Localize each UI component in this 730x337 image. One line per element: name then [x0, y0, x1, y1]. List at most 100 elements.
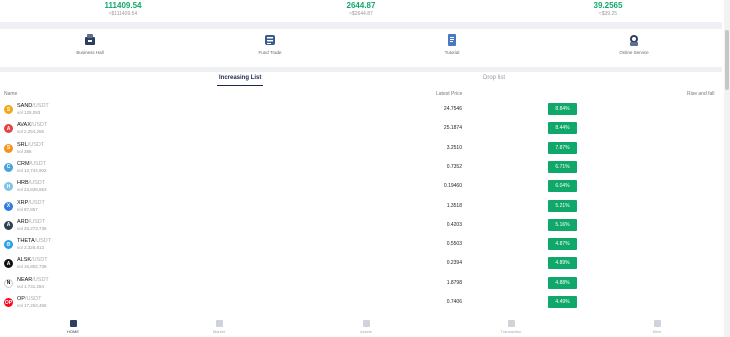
tab-increasing-list[interactable]: Increasing List	[216, 75, 264, 86]
latest-price: 25.1874	[443, 125, 462, 132]
change-badge[interactable]: 7.87%	[548, 141, 577, 154]
latest-price: 24.7546	[443, 106, 462, 112]
quote-symbol: /USDT	[28, 199, 45, 206]
base-symbol: SAND	[17, 103, 33, 109]
nav-assets[interactable]: Assets	[346, 320, 386, 334]
ticker-item[interactable]: 111409.54 ≈$111409.54	[63, 1, 183, 18]
latest-price: 3.2510	[446, 144, 462, 151]
change-badge[interactable]: 8.84%	[548, 103, 577, 115]
quote-symbol: /USDT	[29, 160, 47, 167]
base-symbol: NEAR	[17, 276, 33, 283]
bottom-nav: HOME Market Assets Transaction Mine	[0, 316, 722, 337]
quick-link-label: Online Service	[619, 50, 649, 55]
table-row[interactable]: A AVAX/USDT vol 2,254,256 25.1874 8.44%	[0, 121, 722, 139]
assets-icon	[362, 320, 370, 327]
latest-price: 0.4203	[446, 221, 462, 228]
coin-icon: C	[4, 162, 13, 172]
coin-icon: N	[4, 278, 13, 288]
business-hall-icon	[83, 33, 97, 47]
coin-icon: A	[4, 220, 13, 230]
volume: vol 1,731,284	[17, 283, 45, 289]
table-row[interactable]: A ALSK/USDT vol 16,802,739 0.2394 4.89%	[0, 256, 722, 274]
quote-symbol: /USDT	[27, 141, 45, 148]
volume: vol 17,263,465	[17, 303, 47, 308]
quote-symbol: /USDT	[31, 257, 48, 264]
table-row[interactable]: C CRM/USDT vol 12,744,902 0.7352 6.71%	[0, 160, 722, 178]
volume: vol 125,093	[17, 110, 41, 115]
table-row[interactable]: OP OP/USDT vol 17,263,465 0.7406 4.49%	[0, 295, 722, 313]
base-symbol: THETA	[17, 238, 35, 245]
quick-link-online-service[interactable]: Online Service	[589, 33, 679, 55]
ticker-strip: 111409.54 ≈$111409.54 2644.87 ≈$2644.87 …	[0, 0, 722, 22]
change-badge[interactable]: 5.16%	[548, 218, 577, 231]
table-row[interactable]: S SAND/USDT vol 125,093 24.7546 8.84%	[0, 102, 722, 120]
volume: vol 2,254,256	[17, 129, 45, 135]
tutorial-icon	[445, 33, 459, 47]
nav-label: Assets	[359, 329, 372, 334]
pair-symbol: NEAR/USDT	[17, 277, 49, 283]
ticker-sub: ≈$2644.87	[349, 11, 373, 17]
ticker-price: 2644.87	[346, 1, 376, 10]
nav-transaction[interactable]: Transaction	[491, 320, 531, 334]
change-badge[interactable]: 4.87%	[548, 238, 577, 251]
coin-icon: A	[4, 259, 13, 269]
tab-drop-list[interactable]: Drop list	[483, 75, 505, 81]
ticker-item[interactable]: 39.2565 ≈$39.25	[548, 1, 668, 18]
quick-link-business-hall[interactable]: Business Hall	[45, 33, 135, 55]
pair-symbol: THETA/USDT	[17, 238, 51, 244]
pair-symbol: OP/USDT	[17, 296, 41, 302]
base-symbol: XRP	[17, 199, 29, 206]
table-row[interactable]: S SRL/USDT vol 386 3.2510 7.87%	[0, 141, 722, 159]
ticker-item[interactable]: 2644.87 ≈$2644.87	[301, 1, 421, 18]
change-badge[interactable]: 4.89%	[548, 257, 577, 270]
table-row[interactable]: H HRB/USDT vol 23,838,853 0.19460 6.04%	[0, 179, 722, 197]
online-service-icon	[627, 33, 641, 47]
coin-icon: S	[4, 143, 13, 153]
table-row[interactable]: A ARD/USDT vol 25,273,735 0.4203 5.16%	[0, 218, 722, 236]
nav-label: Mine	[652, 329, 662, 334]
market-icon	[215, 320, 223, 327]
coin-icon: OP	[4, 298, 13, 307]
column-header-latest-price: Latest Price	[436, 91, 463, 97]
table-row[interactable]: N NEAR/USDT vol 1,731,284 1.8798 4.88%	[0, 276, 722, 294]
quick-links: Business Hall Fund Trade Tutorial Online…	[0, 29, 722, 67]
table-row[interactable]: Θ THETA/USDT vol 3,326,813 0.5503 4.87%	[0, 237, 722, 255]
table-row[interactable]: X XRP/USDT vol 87,857 1.3518 5.21%	[0, 199, 722, 217]
base-symbol: CRM	[17, 160, 30, 167]
latest-price: 0.5503	[446, 241, 462, 248]
quote-symbol: /USDT	[34, 238, 52, 245]
base-symbol: ARD	[17, 218, 29, 225]
scrollbar-thumb[interactable]	[725, 30, 729, 90]
base-symbol: OP	[17, 296, 25, 302]
change-badge[interactable]: 4.88%	[548, 276, 577, 289]
pair-symbol: AVAX/USDT	[17, 122, 47, 128]
nav-label: Transaction	[500, 329, 522, 334]
mine-icon	[653, 320, 661, 327]
change-badge[interactable]: 4.49%	[548, 296, 577, 308]
change-badge[interactable]: 6.71%	[548, 160, 577, 173]
coin-icon: S	[4, 105, 13, 114]
nav-market[interactable]: Market	[199, 320, 239, 334]
volume: vol 386	[17, 148, 32, 154]
base-symbol: AVAX	[17, 122, 31, 129]
coin-icon: A	[4, 124, 13, 134]
quick-link-tutorial[interactable]: Tutorial	[407, 33, 497, 55]
column-header-name: Name	[4, 91, 18, 97]
quote-symbol: /USDT	[32, 276, 49, 283]
volume: vol 3,326,813	[17, 245, 45, 251]
latest-price: 0.19460	[443, 183, 462, 190]
coin-icon: H	[4, 182, 13, 192]
pair-symbol: CRM/USDT	[17, 161, 46, 167]
change-badge[interactable]: 5.21%	[548, 199, 577, 212]
change-badge[interactable]: 8.44%	[548, 122, 577, 135]
page: 111409.54 ≈$111409.54 2644.87 ≈$2644.87 …	[0, 0, 730, 337]
nav-label: Market	[212, 329, 226, 334]
quote-symbol: /USDT	[28, 218, 46, 225]
quote-symbol: /USDT	[32, 103, 49, 109]
nav-home[interactable]: HOME	[53, 320, 93, 334]
latest-price: 1.8798	[446, 279, 462, 286]
nav-mine[interactable]: Mine	[637, 320, 677, 334]
home-icon	[69, 320, 77, 327]
change-badge[interactable]: 6.04%	[548, 180, 577, 193]
quick-link-fund-trade[interactable]: Fund Trade	[225, 33, 315, 55]
